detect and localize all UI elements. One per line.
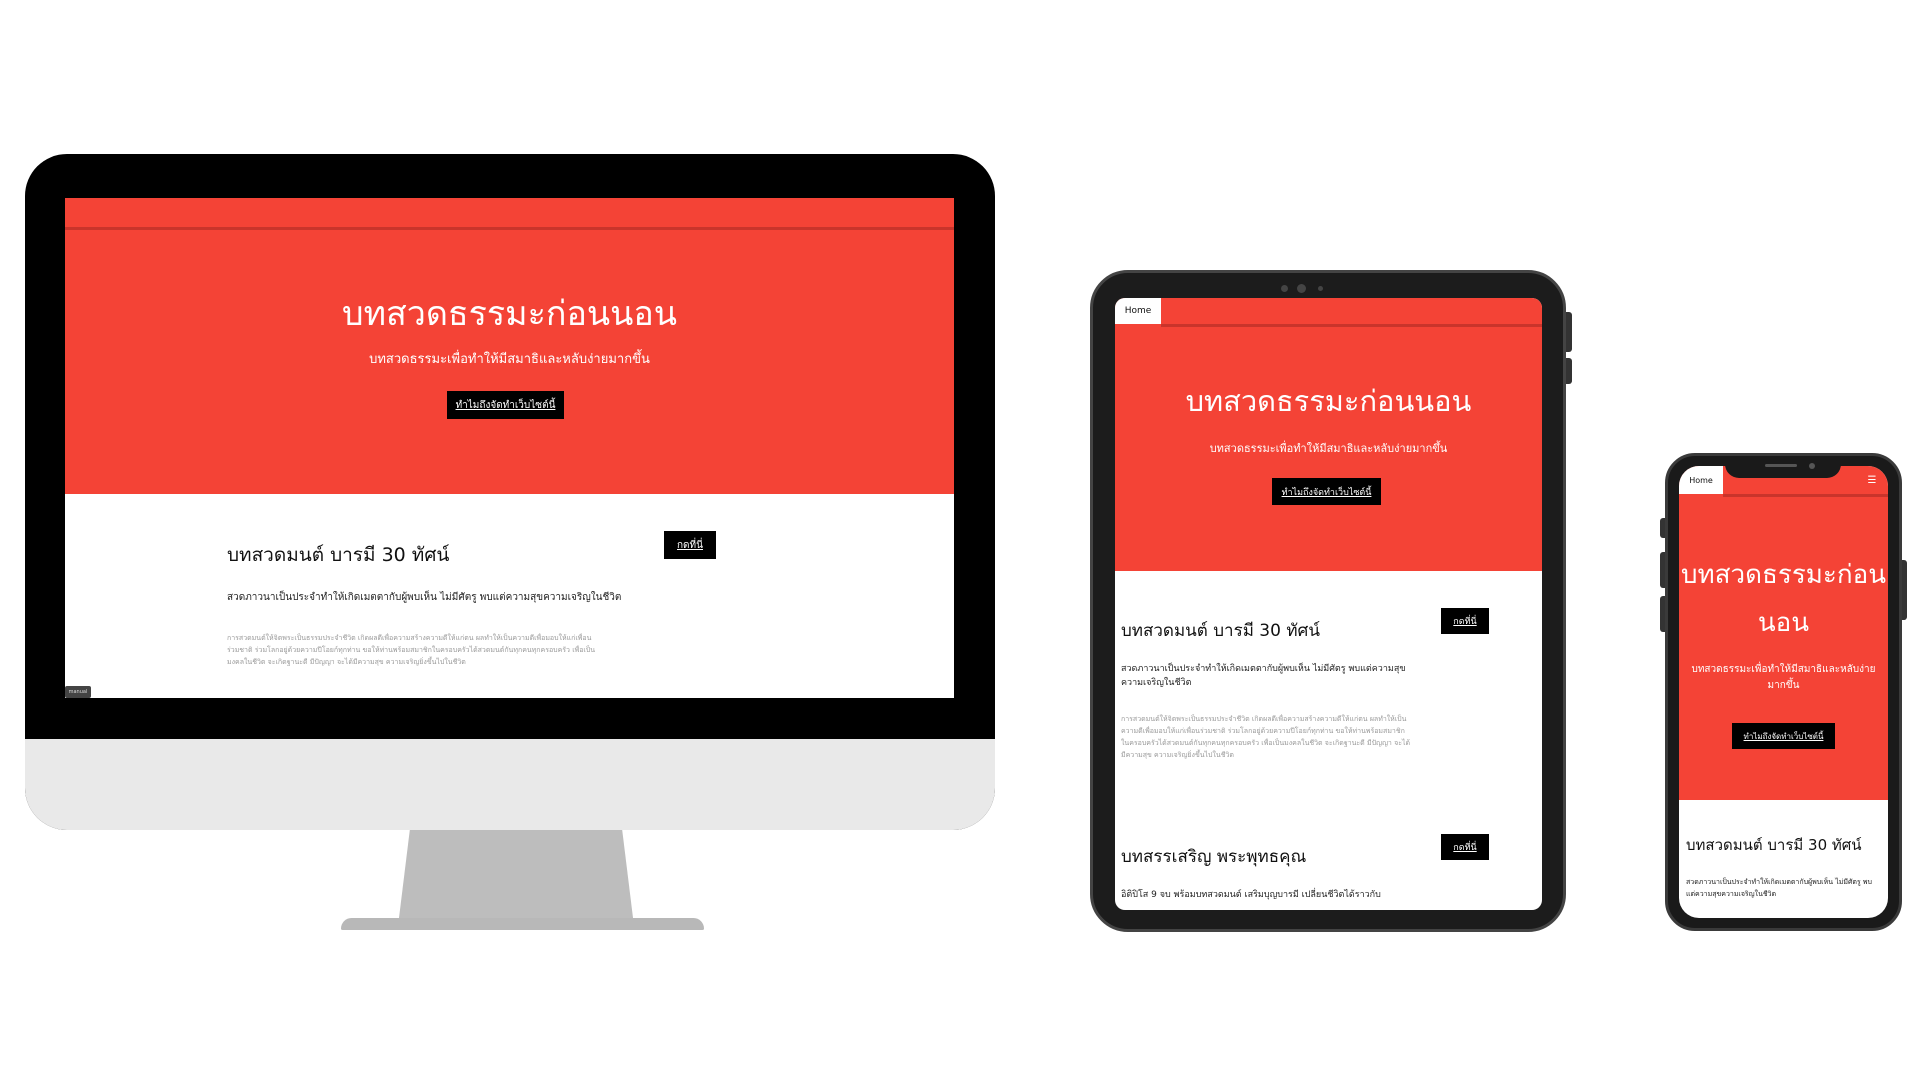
phone-screen: Home ☰ บทสวดธรรมะก่อนนอน บทสวดธรรมะเพื่อ… bbox=[1679, 466, 1888, 918]
hero-subtitle: บทสวดธรรมะเพื่อทำให้มีสมาธิและหลับง่ายมา… bbox=[369, 352, 650, 367]
click-here-button[interactable]: กดที่นี่ bbox=[1441, 834, 1489, 860]
hero-subtitle: บทสวดธรรมะเพื่อทำให้มีสมาธิและหลับง่ายมา… bbox=[1691, 664, 1876, 691]
why-website-button[interactable]: ทำไมถึงจัดทำเว็บไซต์นี้ bbox=[1732, 723, 1835, 749]
hero-title: บทสวดธรรมะก่อนนอน bbox=[341, 294, 678, 334]
why-website-button[interactable]: ทำไมถึงจัดทำเว็บไซต์นี้ bbox=[1272, 478, 1381, 505]
hero-section: Home ☰ บทสวดธรรมะก่อนนอน บทสวดธรรมะเพื่อ… bbox=[1679, 466, 1888, 800]
click-here-button[interactable]: กดที่นี่ bbox=[664, 531, 716, 559]
monitor-bezel: บทสวดธรรมะก่อนนอน บทสวดธรรมะเพื่อทำให้มี… bbox=[25, 154, 995, 830]
tablet-sensor bbox=[1318, 286, 1323, 291]
why-website-button[interactable]: ทำไมถึงจัดทำเว็บไซต์นี้ bbox=[447, 391, 564, 419]
card-title: บทสรรเสริญ พระพุทธคุณ bbox=[1121, 847, 1307, 867]
card-lead: อิติปิโส 9 จบ พร้อมบทสวดมนต์ เสริมบุญบาร… bbox=[1121, 890, 1381, 900]
tablet-screen: Home บทสวดธรรมะก่อนนอน บทสวดธรรมะเพื่อทำ… bbox=[1115, 298, 1542, 910]
nav-bar-line bbox=[1161, 324, 1542, 327]
hero-section: Home บทสวดธรรมะก่อนนอน บทสวดธรรมะเพื่อทำ… bbox=[1115, 298, 1542, 571]
tablet-mockup: Home บทสวดธรรมะก่อนนอน บทสวดธรรมะเพื่อทำ… bbox=[1090, 270, 1566, 932]
card-lead: สวดภาวนาเป็นประจำทำให้เกิดเมตตากับผู้พบเ… bbox=[227, 592, 622, 603]
hero-title: บทสวดธรรมะก่อนนอน bbox=[1185, 384, 1472, 418]
phone-speaker bbox=[1765, 464, 1797, 467]
phone-notch bbox=[1725, 456, 1841, 478]
phone-camera-icon bbox=[1809, 463, 1815, 469]
desktop-screen: บทสวดธรรมะก่อนนอน บทสวดธรรมะเพื่อทำให้มี… bbox=[65, 198, 954, 698]
card-title: บทสวดมนต์ บารมี 30 ทัศน์ bbox=[1121, 621, 1320, 641]
click-here-button[interactable]: กดที่นี่ bbox=[1441, 608, 1489, 634]
hero-section: บทสวดธรรมะก่อนนอน บทสวดธรรมะเพื่อทำให้มี… bbox=[65, 198, 954, 494]
hamburger-icon[interactable]: ☰ bbox=[1865, 473, 1879, 487]
tablet-camera-icon bbox=[1297, 284, 1306, 293]
card-lead: สวดภาวนาเป็นประจำทำให้เกิดเมตตากับผู้พบเ… bbox=[1121, 664, 1406, 688]
card-lead: สวดภาวนาเป็นประจำทำให้เกิดเมตตากับผู้พบเ… bbox=[1686, 878, 1872, 898]
card-title: บทสวดมนต์ บารมี 30 ทัศน์ bbox=[1686, 836, 1862, 854]
card-body: การสวดมนต์ให้จิตพระเป็นธรรมประจำชีวิต เก… bbox=[1121, 715, 1411, 759]
monitor-base bbox=[341, 918, 704, 930]
monitor-neck bbox=[398, 830, 634, 926]
monitor-chin bbox=[25, 739, 995, 830]
card-body: การสวดมนต์ให้จิตพระเป็นธรรมประจำชีวิต เก… bbox=[227, 634, 596, 666]
phone-side-button bbox=[1902, 560, 1907, 620]
nav-bar-line bbox=[65, 227, 954, 230]
hero-subtitle: บทสวดธรรมะเพื่อทำให้มีสมาธิและหลับง่ายมา… bbox=[1209, 442, 1448, 455]
tablet-side-button bbox=[1566, 312, 1572, 352]
tablet-side-button bbox=[1566, 358, 1572, 384]
nav-bar-line bbox=[1723, 494, 1888, 497]
card-title: บทสวดมนต์ บารมี 30 ทัศน์ bbox=[227, 544, 450, 566]
desktop-monitor-mockup: บทสวดธรรมะก่อนนอน บทสวดธรรมะเพื่อทำให้มี… bbox=[25, 154, 995, 930]
nav-home-link[interactable]: Home bbox=[1115, 298, 1161, 324]
hero-title: บทสวดธรรมะก่อนนอน bbox=[1680, 560, 1887, 638]
phone-mockup: Home ☰ บทสวดธรรมะก่อนนอน บทสวดธรรมะเพื่อ… bbox=[1665, 453, 1902, 931]
tablet-sensor bbox=[1281, 285, 1288, 292]
nav-home-link[interactable]: Home bbox=[1679, 466, 1723, 494]
corner-badge: manual bbox=[65, 686, 91, 698]
